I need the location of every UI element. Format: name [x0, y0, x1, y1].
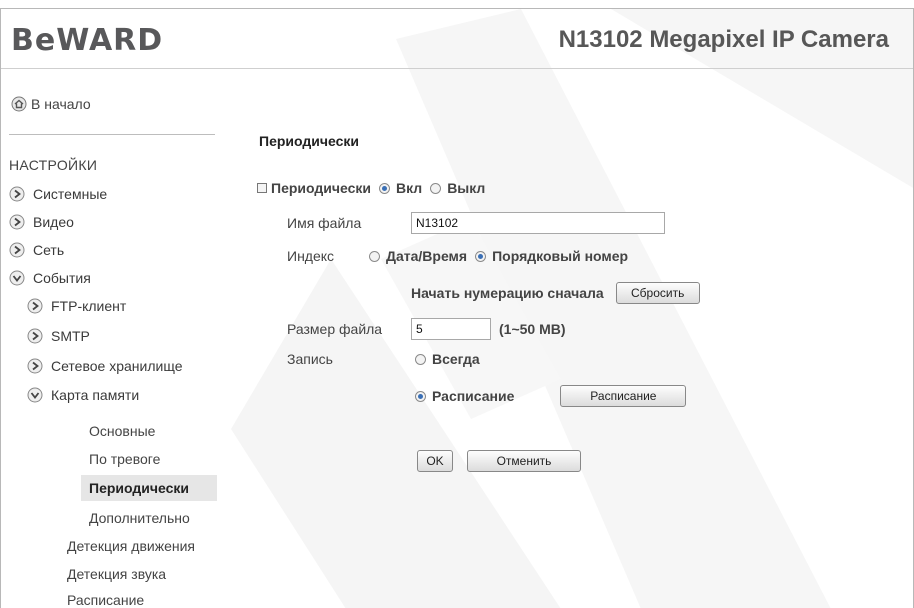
- form-actions: OK Отменить: [417, 450, 581, 472]
- filesize-label: Размер файла: [287, 321, 383, 337]
- record-always-radio[interactable]: [415, 353, 426, 365]
- arrow-right-icon: [9, 242, 25, 258]
- reset-numbering-label: Начать нумерацию сначала: [411, 285, 604, 301]
- sidebar-item-label: Дополнительно: [89, 510, 190, 526]
- sidebar-item-label: Видео: [33, 214, 74, 230]
- record-schedule-row: Расписание Расписание: [415, 385, 687, 407]
- index-datetime-label: Дата/Время: [386, 248, 468, 264]
- sidebar-item-periodic[interactable]: Периодически: [81, 475, 217, 501]
- periodic-on-label: Вкл: [396, 180, 423, 196]
- sidebar-item-schedule[interactable]: Расписание: [59, 587, 217, 608]
- index-datetime-radio[interactable]: [369, 250, 380, 262]
- reset-button[interactable]: Сбросить: [615, 282, 700, 304]
- index-row: Индекс Дата/Время Порядковый номер: [287, 248, 628, 264]
- cancel-button[interactable]: Отменить: [467, 450, 581, 472]
- camera-web-ui: BeWARD N13102 Megapixel IP Camera В нача…: [0, 8, 914, 608]
- sidebar-item-label: По тревоге: [89, 451, 161, 467]
- record-schedule-radio[interactable]: [415, 390, 426, 402]
- schedule-button[interactable]: Расписание: [560, 385, 687, 407]
- filename-row: Имя файла: [287, 212, 665, 234]
- sidebar-item-label: Периодически: [89, 480, 189, 496]
- record-row: Запись Всегда: [287, 351, 480, 367]
- home-label: В начало: [31, 96, 91, 112]
- sidebar-item-label: Основные: [89, 423, 156, 439]
- filename-label: Имя файла: [287, 215, 362, 231]
- sidebar-item-ftp-client[interactable]: FTP-клиент: [27, 293, 217, 319]
- main-panel: Периодически Периодически Вкл Выкл Имя ф…: [217, 69, 913, 608]
- record-schedule-label: Расписание: [432, 388, 515, 404]
- index-sequence-radio[interactable]: [475, 250, 487, 262]
- arrow-right-icon: [27, 358, 43, 374]
- arrow-down-icon: [27, 387, 43, 403]
- sidebar-item-audio-detection[interactable]: Детекция звука: [59, 561, 217, 587]
- page-title: Периодически: [259, 133, 359, 149]
- sidebar-item-label: Детекция движения: [67, 538, 195, 554]
- filename-input[interactable]: [411, 212, 665, 234]
- periodic-row: Периодически Вкл Выкл: [257, 180, 485, 196]
- sidebar-item-network-storage[interactable]: Сетевое хранилище: [27, 353, 217, 379]
- sidebar-heading: НАСТРОЙКИ: [9, 157, 98, 173]
- record-always-label: Всегда: [432, 351, 480, 367]
- sidebar-item-events[interactable]: События: [9, 265, 217, 291]
- arrow-down-icon: [9, 270, 25, 286]
- arrow-right-icon: [27, 328, 43, 344]
- sidebar-item-advanced[interactable]: Дополнительно: [81, 505, 217, 531]
- sidebar-item-label: Сетевое хранилище: [51, 358, 183, 374]
- sidebar-item-basic[interactable]: Основные: [81, 418, 217, 444]
- sidebar-item-label: События: [33, 270, 91, 286]
- sidebar-item-system[interactable]: Системные: [9, 181, 217, 207]
- index-label: Индекс: [287, 248, 335, 264]
- arrow-right-icon: [9, 186, 25, 202]
- periodic-label: Периодически: [271, 180, 371, 196]
- sidebar-item-label: SMTP: [51, 328, 90, 344]
- periodic-checkbox[interactable]: [257, 183, 267, 193]
- sidebar-item-network[interactable]: Сеть: [9, 237, 217, 263]
- record-label: Запись: [287, 351, 333, 367]
- periodic-off-label: Выкл: [447, 180, 486, 196]
- sidebar-item-label: FTP-клиент: [51, 298, 127, 314]
- filesize-input[interactable]: [411, 318, 491, 340]
- header: BeWARD N13102 Megapixel IP Camera: [1, 9, 913, 69]
- beward-logo: BeWARD: [11, 23, 164, 58]
- ok-button[interactable]: OK: [417, 450, 453, 472]
- sidebar-item-on-alarm[interactable]: По тревоге: [81, 446, 217, 472]
- arrow-right-icon: [27, 298, 43, 314]
- arrow-right-icon: [9, 214, 25, 230]
- sidebar-item-memory-card[interactable]: Карта памяти: [27, 382, 217, 408]
- sidebar: В начало НАСТРОЙКИ Системные Видео Сеть …: [1, 69, 217, 608]
- sidebar-item-smtp[interactable]: SMTP: [27, 323, 217, 349]
- periodic-on-radio[interactable]: [379, 182, 390, 194]
- home-icon: [11, 96, 27, 112]
- sidebar-item-label: Карта памяти: [51, 387, 140, 403]
- filesize-row: Размер файла (1~50 MB): [287, 318, 566, 340]
- sidebar-item-label: Системные: [33, 186, 108, 202]
- product-title: N13102 Megapixel IP Camera: [558, 26, 889, 53]
- sidebar-item-label: Расписание: [67, 592, 145, 608]
- index-sequence-label: Порядковый номер: [492, 248, 629, 264]
- sidebar-item-video[interactable]: Видео: [9, 209, 217, 235]
- reset-numbering-row: Начать нумерацию сначала Сбросить: [411, 282, 700, 304]
- sidebar-item-label: Детекция звука: [67, 566, 167, 582]
- home-link[interactable]: В начало: [11, 96, 91, 112]
- periodic-off-radio[interactable]: [430, 182, 442, 194]
- sidebar-item-motion-detection[interactable]: Детекция движения: [59, 533, 217, 559]
- sidebar-divider: [9, 134, 215, 135]
- sidebar-item-label: Сеть: [33, 242, 65, 258]
- filesize-hint: (1~50 MB): [499, 321, 566, 337]
